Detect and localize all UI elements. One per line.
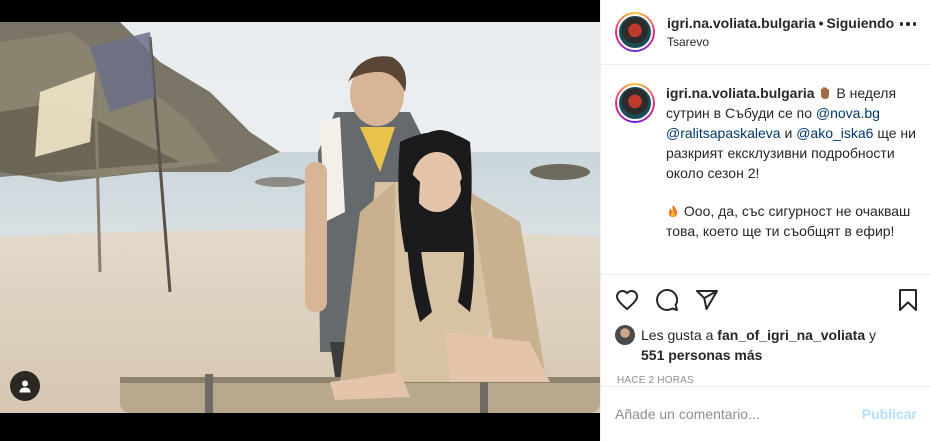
tagged-people-button[interactable]	[10, 371, 40, 401]
post-timestamp[interactable]: Hace 2 horas	[601, 365, 930, 386]
more-options-icon[interactable]	[899, 22, 916, 26]
caption-text-part: и	[780, 125, 797, 141]
mention-link[interactable]: @ako_iska6	[796, 125, 873, 141]
comment-icon[interactable]	[655, 288, 679, 312]
post-sidebar: igri.na.voliata.bulgaria • Siguiendo Tsare…	[600, 0, 930, 441]
likes-middle: y	[865, 327, 876, 343]
follow-status-button[interactable]: Siguiendo	[827, 15, 895, 31]
post-header: igri.na.voliata.bulgaria • Siguiendo Tsare…	[601, 0, 930, 65]
likes-count-link[interactable]: 551 personas más	[641, 347, 762, 363]
share-icon[interactable]	[695, 288, 719, 312]
post-photo-pane	[0, 0, 600, 441]
liker-username-link[interactable]: fan_of_igri_na_voliata	[717, 327, 865, 343]
profile-avatar[interactable]	[615, 12, 655, 52]
heart-icon[interactable]	[615, 288, 639, 312]
publish-comment-button[interactable]: Publicar	[862, 406, 917, 422]
caption-section: igri.na.voliata.bulgaria В неделя сутрин…	[601, 65, 930, 275]
liker-avatar[interactable]	[615, 325, 635, 345]
likes-prefix: Les gusta a	[641, 327, 718, 343]
caption-paragraph-2: Ооо, да, със сигурност не очакваш това, …	[666, 201, 916, 241]
fire-emoji-icon	[669, 205, 677, 217]
add-comment-section: Publicar	[601, 386, 930, 441]
mention-link[interactable]: @nova.bg	[816, 105, 880, 121]
caption-text: igri.na.voliata.bulgaria В неделя сутрин…	[666, 83, 916, 274]
caption-text-part: Ооо, да, със сигурност не очакваш това, …	[666, 203, 911, 239]
separator-dot: •	[818, 15, 824, 31]
action-bar	[601, 275, 930, 325]
caption-username-link[interactable]: igri.na.voliata.bulgaria	[666, 85, 815, 101]
likes-summary: Les gusta a fan_of_igri_na_voliata y 551…	[601, 325, 930, 365]
user-icon	[19, 380, 31, 393]
location-link[interactable]: Tsarevo	[667, 35, 894, 49]
username-link[interactable]: igri.na.voliata.bulgaria	[667, 15, 816, 31]
mention-link[interactable]: @ralitsapaskaleva	[666, 125, 781, 141]
caption-paragraph-1: igri.na.voliata.bulgaria В неделя сутрин…	[666, 83, 916, 183]
beach-couple-photo	[0, 22, 600, 413]
header-text: igri.na.voliata.bulgaria • Siguiendo Tsare…	[667, 15, 894, 49]
hand-emoji-icon	[821, 87, 830, 99]
post-photo[interactable]	[0, 22, 600, 413]
comment-input[interactable]	[615, 406, 862, 422]
bookmark-icon[interactable]	[896, 288, 920, 312]
caption-avatar[interactable]	[615, 83, 655, 123]
